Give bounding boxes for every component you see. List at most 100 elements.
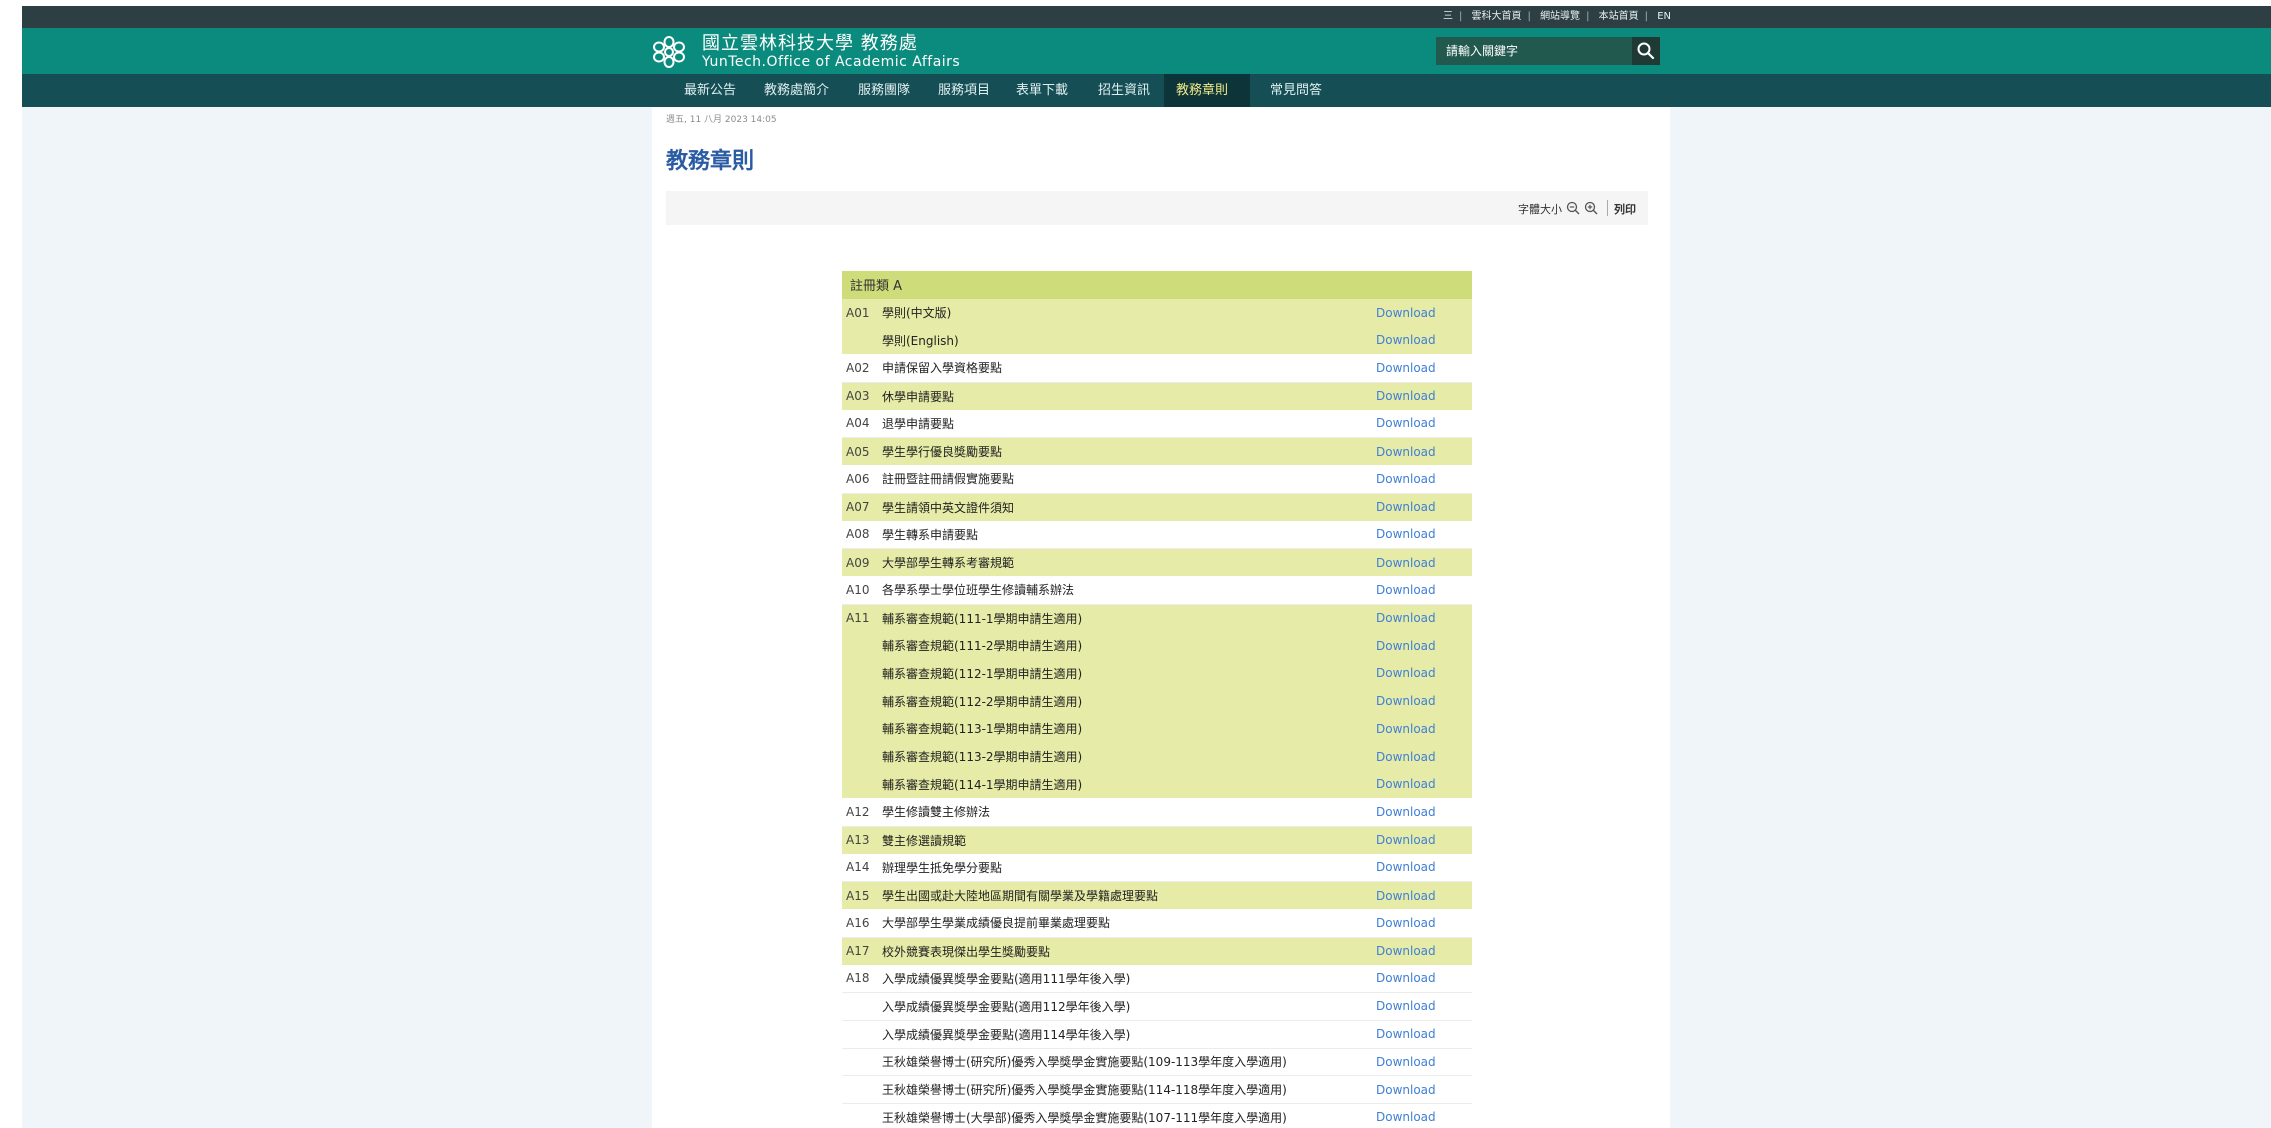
- download-link[interactable]: Download: [1376, 382, 1472, 410]
- row-code: A13: [842, 826, 882, 854]
- row-title: 學生學行優良獎勵要點: [882, 437, 1376, 466]
- table-row: 王秋雄榮譽博士(研究所)優秀入學獎學金實施要點(114-118學年度入學適用) D…: [842, 1075, 1472, 1104]
- row-code: A15: [842, 881, 882, 910]
- page: 三 | 雲科大首頁 | 網站導覽 | 本站首頁 | EN 國立雲林科技大學 教務處 Yu…: [22, 6, 2271, 1128]
- page-title: 教務章則: [666, 149, 755, 174]
- row-code: A08: [842, 520, 882, 549]
- zoom-in-icon[interactable]: [1584, 201, 1598, 215]
- download-link[interactable]: Download: [1376, 1048, 1472, 1077]
- nav-item-regulations[interactable]: 教務章則: [1164, 74, 1250, 107]
- table-row: 學則(English) Download: [842, 326, 1472, 355]
- table-row: A01 學則(中文版) Download: [842, 298, 1472, 327]
- download-link[interactable]: Download: [1376, 798, 1472, 827]
- table-row: 王秋雄榮譽博士(大學部)優秀入學獎學金實施要點(107-111學年度入學適用) D…: [842, 1103, 1472, 1128]
- download-link[interactable]: Download: [1376, 1075, 1472, 1104]
- row-title: 大學部學生學業成績優良提前畢業處理要點: [882, 909, 1376, 938]
- row-title: 入學成績優異獎學金要點(適用111學年後入學): [882, 964, 1376, 993]
- table-row: A02 申請保留入學資格要點 Download: [842, 354, 1472, 383]
- download-link[interactable]: Download: [1376, 964, 1472, 993]
- nav-item-team[interactable]: 服務團隊: [846, 74, 922, 107]
- download-link[interactable]: Download: [1376, 604, 1472, 632]
- english-link[interactable]: EN: [1653, 11, 1675, 22]
- row-code: [842, 326, 882, 355]
- download-link[interactable]: Download: [1376, 881, 1472, 910]
- download-link[interactable]: Download: [1376, 576, 1472, 605]
- toolbar-divider: [1607, 200, 1608, 216]
- table-row: A08 學生轉系申請要點 Download: [842, 520, 1472, 549]
- download-link[interactable]: Download: [1376, 354, 1472, 383]
- row-title: 休學申請要點: [882, 382, 1376, 410]
- row-code: [842, 992, 882, 1021]
- row-title: 入學成績優異獎學金要點(適用114學年後入學): [882, 1020, 1376, 1049]
- table-row: 輔系審查規範(113-2學期申請生適用) Download: [842, 742, 1472, 771]
- table-row: A07 學生請領中英文證件須知 Download: [842, 493, 1472, 521]
- download-link[interactable]: Download: [1376, 992, 1472, 1021]
- row-code: [842, 1103, 882, 1128]
- download-link[interactable]: Download: [1376, 770, 1472, 799]
- download-link[interactable]: Download: [1376, 1020, 1472, 1049]
- search-button[interactable]: [1632, 37, 1660, 65]
- download-link[interactable]: Download: [1376, 742, 1472, 771]
- download-link[interactable]: Download: [1376, 631, 1472, 660]
- download-link[interactable]: Download: [1376, 465, 1472, 494]
- zoom-out-icon[interactable]: [1566, 201, 1580, 215]
- main-content: 週五, 11 八月 2023 14:05 教務章則 字體大小 列印 註冊類 A: [652, 107, 1670, 1128]
- table-row: 輔系審查規範(112-1學期申請生適用) Download: [842, 659, 1472, 688]
- row-code: [842, 1048, 882, 1077]
- row-title: 王秋雄榮譽博士(研究所)優秀入學獎學金實施要點(114-118學年度入學適用): [882, 1075, 1376, 1104]
- nav-item-admissions[interactable]: 招生資訊: [1086, 74, 1162, 107]
- row-title: 退學申請要點: [882, 409, 1376, 438]
- table-header-row: 註冊類 A: [842, 271, 1472, 299]
- row-title: 學生出國或赴大陸地區期間有關學業及學籍處理要點: [882, 881, 1376, 910]
- download-link[interactable]: Download: [1376, 548, 1472, 577]
- table-row: A14 辦理學生抵免學分要點 Download: [842, 853, 1472, 882]
- row-title: 輔系審查規範(113-1學期申請生適用): [882, 715, 1376, 743]
- row-code: A09: [842, 548, 882, 577]
- row-title: 入學成績優異獎學金要點(適用112學年後入學): [882, 992, 1376, 1021]
- table-row: A15 學生出國或赴大陸地區期間有關學業及學籍處理要點 Download: [842, 881, 1472, 910]
- print-button[interactable]: 列印: [1614, 201, 1636, 217]
- table-row: 輔系審查規範(113-1學期申請生適用) Download: [842, 715, 1472, 743]
- nav-item-news[interactable]: 最新公告: [672, 74, 748, 107]
- download-link[interactable]: Download: [1376, 326, 1472, 355]
- download-link[interactable]: Download: [1376, 853, 1472, 882]
- download-link[interactable]: Download: [1376, 659, 1472, 688]
- main-nav: 最新公告 教務處簡介 服務團隊 服務項目 表單下載 招生資訊 教務章則 常見問答: [22, 74, 2271, 107]
- site-title-en: YunTech.Office of Academic Affairs: [702, 54, 961, 70]
- yuntech-home-link[interactable]: 雲科大首頁: [1468, 11, 1526, 22]
- site-title[interactable]: 國立雲林科技大學 教務處 YunTech.Office of Academic …: [702, 34, 961, 71]
- nav-item-services[interactable]: 服務項目: [926, 74, 1002, 107]
- table-row: 入學成績優異獎學金要點(適用114學年後入學) Download: [842, 1020, 1472, 1049]
- download-link[interactable]: Download: [1376, 826, 1472, 854]
- nav-item-faq[interactable]: 常見問答: [1258, 74, 1334, 107]
- row-code: A07: [842, 493, 882, 521]
- download-link[interactable]: Download: [1376, 687, 1472, 715]
- row-code: A18: [842, 964, 882, 993]
- font-size-label: 字體大小: [1518, 203, 1562, 216]
- row-title: 辦理學生抵免學分要點: [882, 853, 1376, 882]
- row-code: [842, 631, 882, 660]
- download-link[interactable]: Download: [1376, 1103, 1472, 1128]
- yuntech-flower-logo-icon[interactable]: [652, 36, 686, 68]
- table-row: A12 學生修讀雙主修辦法 Download: [842, 798, 1472, 827]
- download-link[interactable]: Download: [1376, 937, 1472, 965]
- menu-icon[interactable]: 三: [1439, 11, 1457, 22]
- row-title: 註冊暨註冊請假實施要點: [882, 465, 1376, 494]
- site-home-link[interactable]: 本站首頁: [1595, 11, 1643, 22]
- download-link[interactable]: Download: [1376, 715, 1472, 743]
- table-row: A04 退學申請要點 Download: [842, 409, 1472, 438]
- download-link[interactable]: Download: [1376, 493, 1472, 521]
- sitemap-link[interactable]: 網站導覽: [1536, 11, 1584, 22]
- nav-item-intro[interactable]: 教務處簡介: [752, 74, 841, 107]
- download-link[interactable]: Download: [1376, 409, 1472, 438]
- nav-item-forms[interactable]: 表單下載: [1004, 74, 1080, 107]
- row-title: 輔系審查規範(111-2學期申請生適用): [882, 631, 1376, 660]
- table-row: A03 休學申請要點 Download: [842, 382, 1472, 410]
- download-link[interactable]: Download: [1376, 909, 1472, 938]
- table-row: 輔系審查規範(114-1學期申請生適用) Download: [842, 770, 1472, 799]
- download-link[interactable]: Download: [1376, 437, 1472, 466]
- search-input[interactable]: 請輸入關鍵字: [1436, 37, 1632, 65]
- download-link[interactable]: Download: [1376, 298, 1472, 327]
- download-link[interactable]: Download: [1376, 520, 1472, 549]
- row-title: 王秋雄榮譽博士(大學部)優秀入學獎學金實施要點(107-111學年度入學適用): [882, 1103, 1376, 1128]
